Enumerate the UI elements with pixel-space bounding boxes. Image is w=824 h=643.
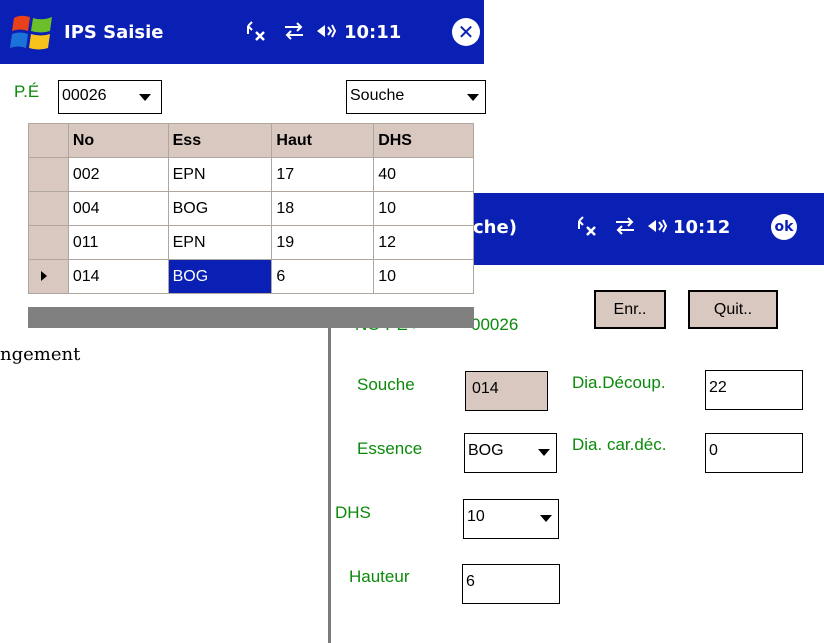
table-cell[interactable]: EPN <box>167 225 273 260</box>
table-row-current[interactable]: 014 BOG 6 10 <box>28 259 474 294</box>
current-row-pointer-icon <box>41 271 47 281</box>
type-select-value: Souche <box>350 87 405 104</box>
ips-saisie-window: IPS Saisie 10:11 ✕ P.É 00026 Souche No E… <box>0 0 486 328</box>
dhs-label: DHS <box>335 503 371 522</box>
pe-select-value: 00026 <box>62 87 107 104</box>
column-header-ess[interactable]: Ess <box>167 123 273 158</box>
table-cell[interactable]: 17 <box>271 157 375 192</box>
dhs-select-value: 10 <box>467 508 485 525</box>
pe-number-value: 00026 <box>471 315 519 334</box>
clock: 10:11 <box>344 22 402 43</box>
background-text-fragment: ngement <box>0 344 81 365</box>
signal-off-icon[interactable] <box>576 215 598 242</box>
sync-icon[interactable] <box>614 215 636 242</box>
table-cell[interactable]: EPN <box>167 157 273 192</box>
grid-scroll-area[interactable] <box>28 307 474 328</box>
table-cell[interactable]: 10 <box>373 191 474 226</box>
table-row[interactable]: 011 EPN 19 12 <box>28 225 474 260</box>
row-selector[interactable] <box>28 259 69 294</box>
data-grid[interactable]: No Ess Haut DHS 002 EPN 17 40 004 BOG 18… <box>28 123 474 294</box>
table-cell[interactable]: 002 <box>67 157 169 192</box>
table-cell[interactable]: 014 <box>67 259 169 294</box>
grid-header-row: No Ess Haut DHS <box>28 123 474 158</box>
title-bar: IPS Saisie 10:11 ✕ <box>0 0 484 64</box>
table-row[interactable]: 002 EPN 17 40 <box>28 157 474 192</box>
row-selector[interactable] <box>28 191 69 226</box>
column-header-dhs[interactable]: DHS <box>373 123 474 158</box>
dhs-select[interactable]: 10 <box>463 499 559 539</box>
pe-select[interactable]: 00026 <box>58 80 162 114</box>
souche-label: Souche <box>357 375 415 394</box>
hauteur-input[interactable]: 6 <box>462 564 560 604</box>
chevron-down-icon <box>467 94 479 101</box>
sync-icon[interactable] <box>283 20 305 47</box>
table-cell[interactable]: 19 <box>271 225 375 260</box>
table-cell[interactable]: 011 <box>67 225 169 260</box>
souche-field: 014 <box>465 371 548 411</box>
essence-select[interactable]: BOG <box>464 433 557 473</box>
table-row[interactable]: 004 BOG 18 10 <box>28 191 474 226</box>
window-title: che) <box>473 217 517 238</box>
row-header-corner <box>28 123 69 158</box>
pe-label: P.É <box>14 82 40 101</box>
essence-label: Essence <box>357 439 423 458</box>
dia-decoup-label: Dia.Découp. <box>572 373 666 392</box>
table-cell[interactable]: BOG <box>167 191 273 226</box>
close-button[interactable]: ✕ <box>452 18 480 46</box>
dia-car-input[interactable]: 0 <box>705 433 803 473</box>
table-cell[interactable]: 40 <box>373 157 474 192</box>
column-header-haut[interactable]: Haut <box>271 123 375 158</box>
table-cell-selected[interactable]: BOG <box>167 259 273 294</box>
close-icon: ✕ <box>457 20 475 44</box>
signal-off-icon[interactable] <box>245 20 267 47</box>
table-cell[interactable]: 18 <box>271 191 375 226</box>
table-cell[interactable]: 10 <box>373 259 474 294</box>
ok-button[interactable]: ok <box>771 214 797 240</box>
table-cell[interactable]: 6 <box>271 259 375 294</box>
clock: 10:12 <box>673 217 731 238</box>
table-cell[interactable]: 004 <box>67 191 169 226</box>
row-selector[interactable] <box>28 225 69 260</box>
row-selector[interactable] <box>28 157 69 192</box>
dia-decoup-input[interactable]: 22 <box>705 370 803 410</box>
quit-button[interactable]: Quit.. <box>688 290 778 329</box>
column-header-no[interactable]: No <box>67 123 169 158</box>
dia-car-label: Dia. car.déc. <box>572 435 667 454</box>
volume-icon[interactable] <box>315 20 337 47</box>
essence-select-value: BOG <box>468 442 504 459</box>
chevron-down-icon <box>139 94 151 101</box>
save-button[interactable]: Enr.. <box>594 290 666 329</box>
hauteur-label: Hauteur <box>349 567 410 586</box>
app-title: IPS Saisie <box>64 22 164 43</box>
chevron-down-icon <box>538 449 550 456</box>
volume-icon[interactable] <box>646 215 668 242</box>
type-select[interactable]: Souche <box>346 80 486 114</box>
chevron-down-icon <box>540 515 552 522</box>
table-cell[interactable]: 12 <box>373 225 474 260</box>
windows-logo-icon[interactable] <box>10 12 54 52</box>
